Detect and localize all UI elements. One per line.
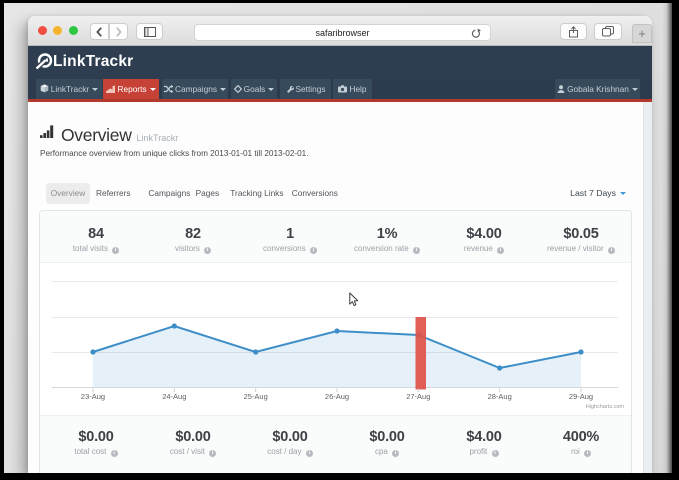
svg-text:29-Aug: 29-Aug [569,392,593,401]
svg-text:26-Aug: 26-Aug [325,392,349,401]
svg-text:Highcharts.com: Highcharts.com [586,404,625,410]
svg-text:28-Aug: 28-Aug [488,392,512,401]
svg-text:25-Aug: 25-Aug [244,392,268,401]
svg-text:27-Aug: 27-Aug [406,392,430,401]
svg-text:23-Aug: 23-Aug [81,392,105,401]
svg-text:24-Aug: 24-Aug [162,392,186,401]
